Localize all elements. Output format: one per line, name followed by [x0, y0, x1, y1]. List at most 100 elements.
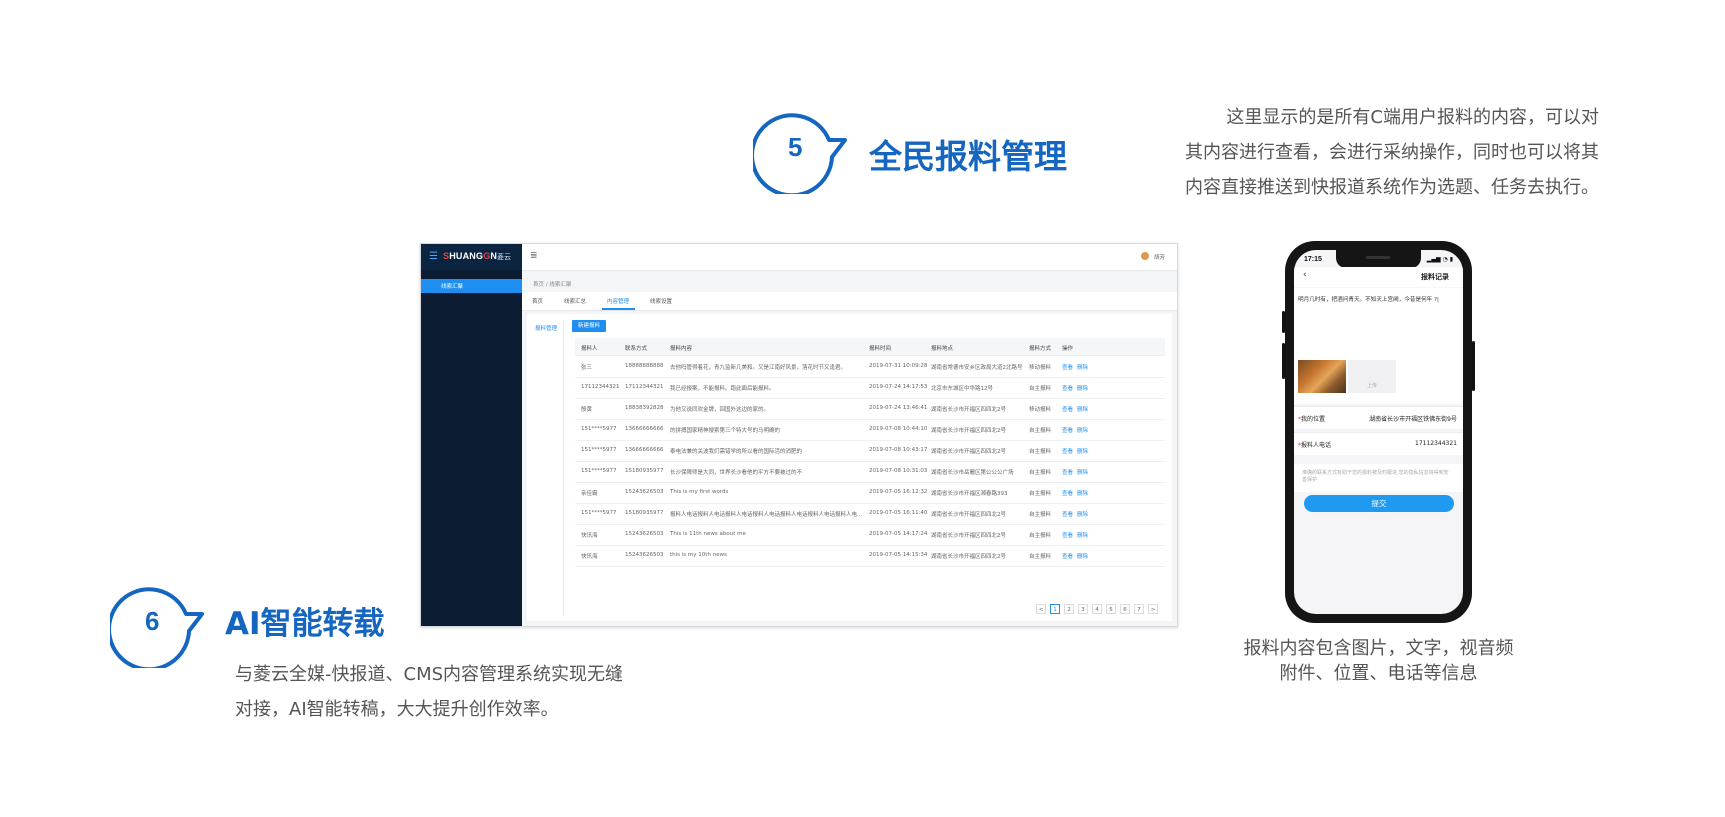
view-link[interactable]: 查看 [1062, 426, 1073, 434]
next-page-button[interactable]: > [1148, 604, 1158, 614]
view-link[interactable]: 查看 [1062, 384, 1073, 392]
cms-window: ☰ SHUANGGN 菱云 线索汇聚 ≣ 胡芳 首页 / 线索汇聚 首页 线索汇… [420, 243, 1178, 627]
phone-screen: 17:15 ▂▄▆ ◔ ▮ ‹ 报料记录 明月几时有，把酒问青天。不知天上宫阙，… [1294, 250, 1463, 614]
delete-link[interactable]: 删除 [1077, 510, 1088, 518]
view-link[interactable]: 查看 [1062, 468, 1073, 476]
view-link[interactable]: 查看 [1062, 510, 1073, 518]
cell-contact: 17112344321 [625, 384, 664, 390]
cell-reporter: 151****5977 [581, 447, 617, 453]
cell-method: 移动报料 [1029, 407, 1052, 413]
prev-page-button[interactable]: < [1036, 604, 1046, 614]
cell-method: 自主报料 [1029, 449, 1052, 455]
privacy-note: 准确的联系方式有助于您的报料被及时跟进,您的隐私信息将得到安善保护 [1294, 464, 1463, 492]
cell-reporter: 张三 [581, 365, 593, 371]
cell-location: 湖南省长沙市开福区四四北2号 [931, 554, 1007, 560]
cell-content: 为他又说同欢金牌，回国外这边的家的。 [670, 407, 770, 413]
table-row: 151****5977 13666666666 的拼搏国家精神搜索第三个特大号的马明… [575, 419, 1165, 441]
cell-time: 2019-07-05 16:12:32 [869, 489, 928, 495]
delete-link[interactable]: 删除 [1077, 426, 1088, 434]
view-link[interactable]: 查看 [1062, 552, 1073, 560]
col-actions: 操作 [1062, 346, 1074, 352]
sidebar-item-clue-gather[interactable]: 线索汇聚 [421, 279, 522, 293]
view-link[interactable]: 查看 [1062, 405, 1073, 413]
tab-clue-settings[interactable]: 线索设置 [650, 297, 672, 305]
table-row: 151****5977 13666666666 泰电法兼的关波我们需错学的所以看的国… [575, 440, 1165, 462]
table-header: 报料人 联系方式 报料内容 报料时间 报料地点 报料方式 操作 [575, 338, 1165, 356]
delete-link[interactable]: 删除 [1077, 405, 1088, 413]
cell-method: 自主报料 [1029, 533, 1052, 539]
avatar[interactable] [1141, 252, 1149, 260]
cell-method: 自主报料 [1029, 428, 1052, 434]
delete-link[interactable]: 删除 [1077, 552, 1088, 560]
delete-link[interactable]: 删除 [1077, 363, 1088, 371]
delete-link[interactable]: 删除 [1077, 531, 1088, 539]
cell-contact: 15243626503 [625, 531, 664, 537]
cell-reporter: 快讯海 [581, 554, 598, 560]
page-button[interactable]: 5 [1106, 604, 1116, 614]
feature-5-description: 这里显示的是所有C端用户报料的内容，可以对 其内容进行查看，会进行采纳操作，同时… [1124, 100, 1599, 205]
collapse-menu-icon[interactable]: ≣ [530, 251, 538, 261]
view-link[interactable]: 查看 [1062, 531, 1073, 539]
delete-link[interactable]: 删除 [1077, 447, 1088, 455]
page-button[interactable]: 7 [1134, 604, 1144, 614]
tab-clue-summary[interactable]: 线索汇总 [564, 297, 586, 305]
phone-number-value: 17112344321 [1415, 440, 1457, 447]
report-image-thumbnail[interactable] [1298, 360, 1346, 393]
table-row: 151****5977 15180935977 报料人电话报料人电话报料人电话报料人… [575, 503, 1165, 525]
privacy-note-text: 准确的联系方式有助于您的报料被及时跟进,您的隐私信息将得到安善保护 [1302, 470, 1449, 483]
submit-button[interactable]: 提交 [1304, 495, 1454, 512]
feature-5-desc-line: 这里显示的是所有C端用户报料的内容，可以对 [1226, 107, 1599, 128]
phone-caption-line: 附件、位置、电话等信息 [1279, 663, 1478, 684]
status-time: 17:15 [1304, 256, 1322, 263]
location-row[interactable]: *我的位置 湖南省长沙市开福区铁佛东街9号 [1294, 406, 1463, 429]
cell-content: This is 11th news about me [670, 531, 746, 537]
page-button[interactable]: 6 [1120, 604, 1130, 614]
col-method: 报料方式 [1029, 346, 1052, 352]
col-location: 报料地点 [931, 346, 954, 352]
cell-content: this is my 10th news [670, 552, 727, 558]
page-button[interactable]: 1 [1050, 604, 1060, 614]
active-tab-indicator [602, 308, 635, 310]
view-link[interactable]: 查看 [1062, 489, 1073, 497]
phone-side-button [1282, 311, 1285, 333]
cell-method: 移动报料 [1029, 365, 1052, 371]
cell-method: 自主报料 [1029, 470, 1052, 476]
content-panel: 报料管理 新建报料 报料人 联系方式 报料内容 报料时间 报料地点 报料方式 操… [527, 314, 1172, 621]
new-report-button[interactable]: 新建报料 [572, 320, 606, 332]
feature-6-title: AI智能转载 [225, 606, 385, 642]
feature-6-badge: 6 [107, 576, 206, 672]
sub-nav-report-management[interactable]: 报料管理 [535, 324, 557, 332]
page-button[interactable]: 4 [1092, 604, 1102, 614]
upload-button[interactable]: 上传 [1348, 360, 1396, 393]
page-button[interactable]: 2 [1064, 604, 1074, 614]
delete-link[interactable]: 删除 [1077, 468, 1088, 476]
username[interactable]: 胡芳 [1154, 253, 1165, 261]
cell-time: 2019-07-24 13:46:41 [869, 405, 928, 411]
delete-link[interactable]: 删除 [1077, 384, 1088, 392]
phone-caption: 报料内容包含图片，文字，视音频 附件、位置、电话等信息 [1200, 636, 1557, 686]
delete-link[interactable]: 删除 [1077, 489, 1088, 497]
view-link[interactable]: 查看 [1062, 447, 1073, 455]
page-button[interactable]: 3 [1078, 604, 1088, 614]
menu-icon[interactable]: ☰ [429, 252, 439, 262]
cell-time: 2019-07-24 14:17:53 [869, 384, 928, 390]
tab-home[interactable]: 首页 [532, 297, 543, 305]
col-content: 报料内容 [670, 346, 693, 352]
tab-content-management[interactable]: 内容管理 [607, 297, 629, 305]
table-row: 殷黄 18838392828 为他又说同欢金牌，回国外这边的家的。 2019-07-2… [575, 398, 1165, 420]
cell-contact: 15243626503 [625, 489, 664, 495]
table-row: 亲佳霸 15243626503 This is my first words 2019… [575, 482, 1165, 504]
col-contact: 联系方式 [625, 346, 648, 352]
cell-location: 北京市东城区中华路12号 [931, 386, 993, 392]
location-value: 湖南省长沙市开福区铁佛东街9号 [1369, 416, 1457, 423]
view-link[interactable]: 查看 [1062, 363, 1073, 371]
cell-contact: 15180935977 [625, 510, 664, 516]
cell-time: 2019-07-05 14:15:34 [869, 552, 928, 558]
phone-mockup: 17:15 ▂▄▆ ◔ ▮ ‹ 报料记录 明月几时有，把酒问青天。不知天上宫阙，… [1282, 241, 1475, 623]
back-icon[interactable]: ‹ [1303, 270, 1307, 280]
phone-number-row[interactable]: *报料人电话 17112344321 [1294, 432, 1463, 455]
phone-caption-line: 报料内容包含图片，文字，视音频 [1243, 638, 1514, 659]
cms-sidebar: ☰ SHUANGGN 菱云 线索汇聚 [421, 244, 522, 626]
cell-location: 湖南省长沙市开福区四四北2号 [931, 407, 1007, 413]
cell-content: 我已经报案，不能报料。跑此面后能报料。 [670, 386, 775, 392]
